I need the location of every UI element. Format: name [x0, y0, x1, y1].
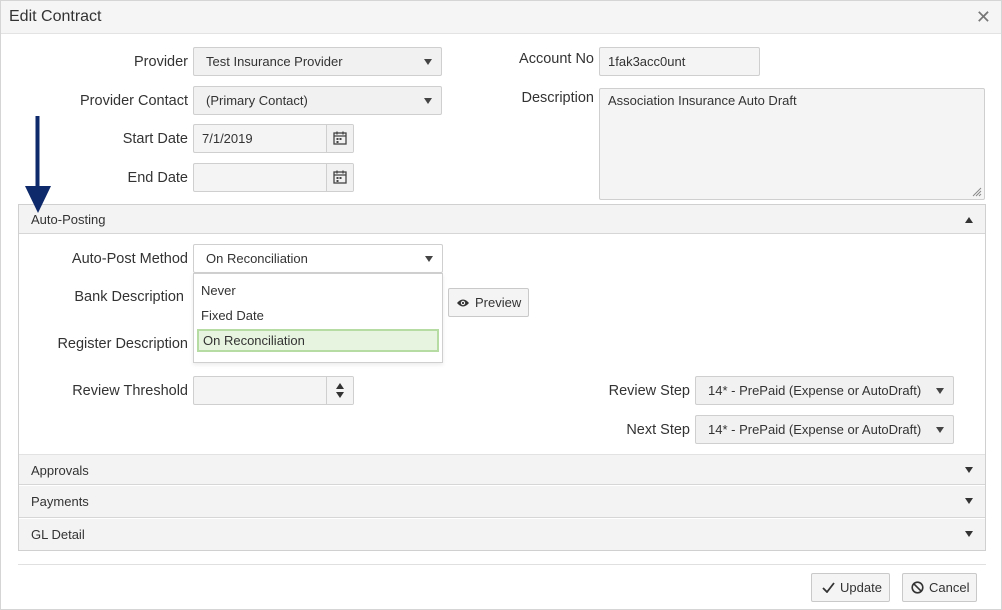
dialog-title: Edit Contract	[9, 8, 102, 25]
provider-contact-select[interactable]: (Primary Contact)	[193, 86, 442, 115]
section-title-approvals: Approvals	[31, 463, 89, 478]
auto-post-method-select[interactable]: On Reconciliation	[193, 244, 443, 273]
provider-value: Test Insurance Provider	[206, 54, 343, 69]
chevron-up-icon	[965, 217, 973, 223]
close-icon[interactable]: ✕	[976, 7, 991, 27]
end-date-label: End Date	[127, 170, 188, 186]
annotation-arrow-icon	[25, 116, 51, 213]
check-icon	[822, 582, 835, 594]
auto-post-method-value: On Reconciliation	[206, 251, 308, 266]
review-threshold-label: Review Threshold	[72, 383, 188, 399]
chevron-down-icon	[965, 467, 973, 473]
ban-icon	[911, 581, 924, 594]
dropdown-option-on-reconciliation[interactable]: On Reconciliation	[197, 329, 439, 352]
calendar-icon	[333, 170, 347, 184]
next-step-value: 14* - PrePaid (Expense or AutoDraft)	[708, 422, 922, 437]
dropdown-option-fixed-date[interactable]: Fixed Date	[194, 304, 442, 327]
start-date-value: 7/1/2019	[202, 131, 253, 146]
resize-grip-icon[interactable]	[972, 187, 982, 197]
start-date-label: Start Date	[122, 131, 188, 147]
next-step-select[interactable]: 14* - PrePaid (Expense or AutoDraft)	[695, 415, 954, 444]
end-date-input[interactable]	[193, 163, 354, 192]
provider-contact-label: Provider Contact	[80, 93, 188, 109]
bank-description-label: Bank Description	[74, 289, 184, 305]
cancel-button[interactable]: Cancel	[902, 573, 977, 602]
chevron-down-icon	[965, 498, 973, 504]
provider-select[interactable]: Test Insurance Provider	[193, 47, 442, 76]
provider-label: Provider	[134, 54, 188, 70]
calendar-icon	[333, 131, 347, 145]
auto-post-method-label: Auto-Post Method	[71, 251, 188, 267]
account-no-input[interactable]: 1fak3acc0unt	[599, 47, 760, 76]
description-textarea[interactable]: Association Insurance Auto Draft	[599, 88, 985, 200]
next-step-label: Next Step	[626, 422, 690, 438]
update-label: Update	[840, 580, 882, 595]
chevron-down-icon	[424, 59, 432, 65]
review-threshold-input[interactable]	[193, 376, 354, 405]
stepper-up-icon[interactable]	[336, 383, 344, 389]
chevron-down-icon	[424, 98, 432, 104]
review-step-label: Review Step	[608, 383, 690, 399]
start-date-input[interactable]: 7/1/2019	[193, 124, 354, 153]
description-value: Association Insurance Auto Draft	[608, 93, 797, 108]
chevron-down-icon	[965, 531, 973, 537]
cancel-label: Cancel	[929, 580, 970, 595]
stepper-down-icon[interactable]	[336, 392, 344, 398]
section-title-payments: Payments	[31, 494, 89, 509]
chevron-down-icon	[936, 388, 944, 394]
start-date-calendar-button[interactable]	[326, 125, 353, 152]
section-title-gl-detail: GL Detail	[31, 527, 85, 542]
section-header-auto-posting[interactable]: Auto-Posting	[19, 205, 985, 234]
review-threshold-stepper[interactable]	[326, 377, 353, 404]
update-button[interactable]: Update	[811, 573, 890, 602]
auto-post-method-dropdown: Never Fixed Date On Reconciliation	[193, 273, 443, 363]
chevron-down-icon	[425, 256, 433, 262]
preview-button[interactable]: Preview	[448, 288, 529, 317]
account-no-label: Account No	[519, 51, 594, 67]
end-date-calendar-button[interactable]	[326, 164, 353, 191]
review-step-select[interactable]: 14* - PrePaid (Expense or AutoDraft)	[695, 376, 954, 405]
section-title-auto-posting: Auto-Posting	[31, 212, 106, 227]
dropdown-option-never[interactable]: Never	[194, 279, 442, 302]
eye-icon	[457, 299, 469, 307]
preview-label: Preview	[475, 295, 522, 310]
footer-divider	[18, 564, 986, 565]
section-header-payments[interactable]: Payments	[19, 486, 985, 518]
section-header-gl-detail[interactable]: GL Detail	[19, 519, 985, 550]
section-header-approvals[interactable]: Approvals	[19, 454, 985, 485]
review-step-value: 14* - PrePaid (Expense or AutoDraft)	[708, 383, 922, 398]
dialog-titlebar: Edit Contract ✕	[1, 1, 1001, 34]
description-label: Description	[521, 90, 594, 106]
chevron-down-icon	[936, 427, 944, 433]
account-no-value: 1fak3acc0unt	[608, 54, 686, 69]
register-description-label: Register Description	[57, 336, 188, 352]
provider-contact-value: (Primary Contact)	[206, 93, 308, 108]
edit-contract-dialog: Edit Contract ✕ Provider Test Insurance …	[0, 0, 1002, 610]
